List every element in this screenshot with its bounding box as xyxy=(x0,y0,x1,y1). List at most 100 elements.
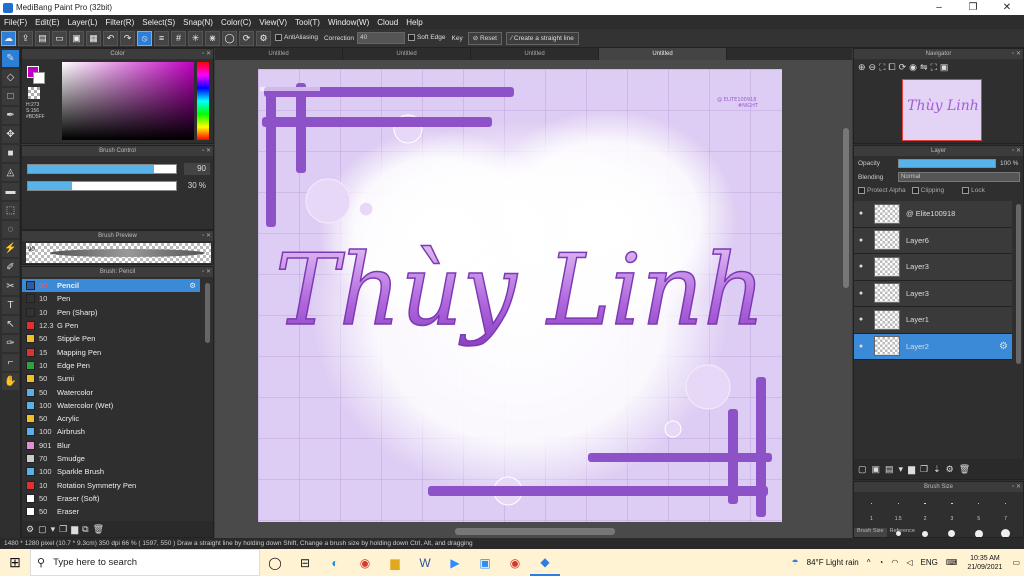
artwork-canvas[interactable]: Thùy Linh @ ELITE100918 #NIGHT xyxy=(258,69,782,522)
layer-item[interactable]: ● Layer2 ⚙ xyxy=(854,333,1012,360)
straight-line-button[interactable]: ⁄ Create a straight line xyxy=(505,31,579,45)
flip-icon[interactable]: ⇋ xyxy=(920,62,928,73)
panel-close-icon[interactable]: ▫ ✕ xyxy=(1012,482,1021,492)
brush-item[interactable]: 50 Stipple Pen xyxy=(22,332,200,345)
brush-size-preset[interactable] xyxy=(885,496,912,511)
tray-overflow-icon[interactable]: ^ xyxy=(863,558,875,567)
brush-opacity-value[interactable]: 30 % xyxy=(184,180,210,192)
protect-alpha-checkbox[interactable] xyxy=(858,186,865,194)
camera-app-icon[interactable]: ▣ xyxy=(470,549,500,576)
fullscreen-icon[interactable]: ⛶ xyxy=(931,62,937,73)
weather-icon[interactable]: ☂ xyxy=(787,558,802,567)
canvas-vertical-scrollbar[interactable] xyxy=(843,128,849,288)
actual-size-icon[interactable]: ⧠ xyxy=(888,62,895,73)
brush-list-scrollbar[interactable] xyxy=(205,283,210,343)
dot-tool-icon[interactable]: □ xyxy=(2,88,19,105)
volume-icon[interactable]: ◁ xyxy=(902,558,916,567)
panel-close-icon[interactable]: ▫ ✕ xyxy=(1012,146,1021,156)
brush-item[interactable]: 15 Mapping Pen xyxy=(22,345,200,358)
reset-view-icon[interactable]: ◉ xyxy=(909,62,917,73)
visibility-eye-icon[interactable]: ● xyxy=(854,316,868,323)
brush-menu-icon[interactable]: ▾ xyxy=(51,524,56,535)
correction-select[interactable]: 40 xyxy=(356,32,405,44)
layer-item[interactable]: ● Layer3 xyxy=(854,280,1012,307)
layer-item[interactable]: ● Layer3 xyxy=(854,254,1012,281)
brush-item[interactable]: 70 Smudge xyxy=(22,452,200,465)
task-view-icon[interactable]: ◯ xyxy=(260,549,290,576)
tab-untitled-1[interactable]: Untitled xyxy=(215,48,343,60)
panel-close-icon[interactable]: ▫ ✕ xyxy=(1012,49,1021,59)
brush-item[interactable]: 10 Pen xyxy=(22,292,200,305)
chrome-icon[interactable]: ◉ xyxy=(350,549,380,576)
brush-folder-icon[interactable]: ▆ xyxy=(71,524,78,535)
menu-select[interactable]: Select(S) xyxy=(138,18,179,27)
chrome-profile-icon[interactable]: ◉ xyxy=(500,549,530,576)
hand-tool-icon[interactable]: ✋ xyxy=(2,373,19,390)
visibility-eye-icon[interactable]: ● xyxy=(854,263,868,270)
brush-size-preset[interactable] xyxy=(965,526,992,537)
brush-size-preset[interactable] xyxy=(858,496,885,511)
layer-item[interactable]: ● Layer1 xyxy=(854,307,1012,334)
gradient-tool-icon[interactable]: ▬ xyxy=(2,183,19,200)
menu-filter[interactable]: Filter(R) xyxy=(101,18,138,27)
duplicate-layer-icon[interactable]: ❐ xyxy=(920,464,928,475)
brush-opacity-slider[interactable] xyxy=(27,181,177,191)
word-icon[interactable]: W xyxy=(410,549,440,576)
brush-item[interactable]: 50 Sumi xyxy=(22,372,200,385)
lock-view-icon[interactable]: ▣ xyxy=(940,62,949,73)
duplicate-brush-icon[interactable]: ❐ xyxy=(59,524,67,535)
snap-grid-icon[interactable]: # xyxy=(171,30,186,46)
brush-item[interactable]: 100 Sparkle Brush xyxy=(22,465,200,478)
blending-select[interactable]: Normal xyxy=(898,172,1020,182)
snap-radial-icon[interactable]: ✳ xyxy=(188,30,203,46)
new-file-icon[interactable]: ▤ xyxy=(35,30,50,46)
visibility-eye-icon[interactable]: ● xyxy=(854,290,868,297)
chat-icon[interactable]: ▭ xyxy=(52,30,67,46)
layer-item[interactable]: ● @ Elite100918 xyxy=(854,201,1012,228)
layer-list-scrollbar[interactable] xyxy=(1016,204,1021,364)
menu-help[interactable]: Help xyxy=(402,18,426,27)
move-tool-icon[interactable]: ✥ xyxy=(2,126,19,143)
brush-size-preset[interactable] xyxy=(912,496,939,511)
reset-button[interactable]: ⊘ Reset xyxy=(467,31,502,45)
brush-size-slider[interactable] xyxy=(27,164,177,174)
select-pen-tool-icon[interactable]: ✐ xyxy=(2,259,19,276)
network-icon[interactable]: ◔ xyxy=(875,558,888,567)
menu-snap[interactable]: Snap(N) xyxy=(179,18,217,27)
snap-circle-icon[interactable]: ◯ xyxy=(222,30,237,46)
menu-tool[interactable]: Tool(T) xyxy=(291,18,324,27)
brush-item[interactable]: 12.3 G Pen xyxy=(22,319,200,332)
zoom-app-icon[interactable]: ▶ xyxy=(440,549,470,576)
layer-gear-icon[interactable]: ⚙ xyxy=(999,341,1008,352)
brush-item[interactable]: 50 Eraser (Soft) xyxy=(22,492,200,505)
brush-size-preset[interactable]: 1 xyxy=(858,511,885,526)
delete-brush-icon[interactable]: 🗑 xyxy=(93,524,104,535)
brush-size-preset[interactable] xyxy=(992,526,1019,537)
add-brush-icon[interactable]: ▢ xyxy=(38,524,47,535)
file-explorer-icon[interactable]: ▆ xyxy=(380,549,410,576)
snap-parallel-icon[interactable]: ≡ xyxy=(154,30,169,46)
menu-view[interactable]: View(V) xyxy=(255,18,291,27)
brush-size-preset[interactable] xyxy=(939,526,966,537)
clipping-checkbox[interactable] xyxy=(911,186,919,194)
menu-edit[interactable]: Edit(E) xyxy=(31,18,63,27)
select-eraser-tool-icon[interactable]: ✂ xyxy=(2,278,19,295)
canvas-area[interactable]: Untitled Untitled Untitled Untitled Thùy… xyxy=(215,48,852,538)
menu-layer[interactable]: Layer(L) xyxy=(64,18,102,27)
upload-icon[interactable]: ⇪ xyxy=(18,30,33,46)
brush-copy-icon[interactable]: ⧉ xyxy=(82,524,88,535)
minimize-button[interactable]: – xyxy=(922,2,956,13)
new-layer-icon[interactable]: ▢ xyxy=(858,464,867,475)
brush-size-preset[interactable]: 2 xyxy=(912,511,939,526)
new-color-layer-icon[interactable]: ▤ xyxy=(885,464,894,475)
tab-untitled-2[interactable]: Untitled xyxy=(343,48,471,60)
eraser-tool-icon[interactable]: ◇ xyxy=(2,69,19,86)
background-color-swatch[interactable] xyxy=(33,72,45,84)
bucket-tool-icon[interactable]: ◬ xyxy=(2,164,19,181)
redo-icon[interactable]: ↷ xyxy=(120,30,135,46)
lasso-tool-icon[interactable]: ◌ xyxy=(2,221,19,238)
pen-tool-icon[interactable]: ✒ xyxy=(2,107,19,124)
saturation-value-picker[interactable] xyxy=(62,62,194,140)
transparent-color-swatch[interactable] xyxy=(28,87,40,99)
antialiasing-checkbox[interactable] xyxy=(275,34,282,42)
